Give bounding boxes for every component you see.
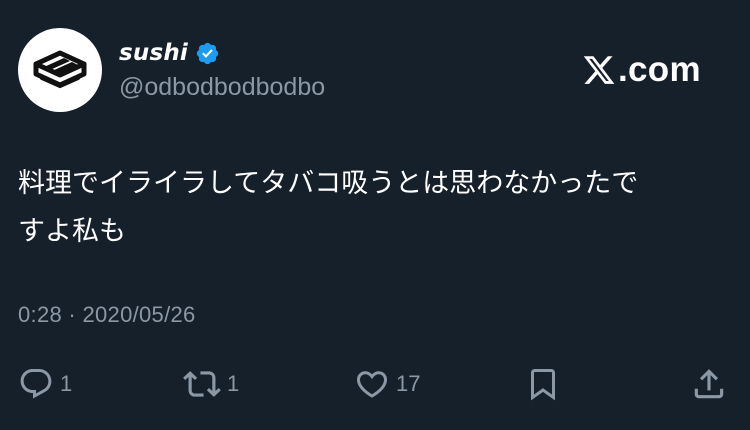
x-logo-icon	[583, 56, 615, 84]
retweet-icon	[183, 371, 221, 397]
heart-icon	[356, 371, 388, 398]
like-count: 17	[396, 371, 421, 396]
tweet-text: 料理でイライラしてタバコ吸うとは思わなかったで すよ私も	[18, 160, 718, 256]
author-name-row: sushi	[119, 38, 220, 68]
tweet-action-bar: 1 1 17	[0, 360, 750, 410]
reply-count: 1	[60, 371, 73, 396]
tweet-text-line: すよ私も	[18, 216, 126, 247]
reply-icon	[20, 369, 52, 399]
bookmark-icon	[531, 369, 555, 401]
x-com-brand: .com	[582, 48, 701, 92]
reply-button[interactable]: 1	[18, 360, 72, 408]
tweet-timestamp[interactable]: 0:28 · 2020/05/26	[18, 302, 196, 328]
bookmark-button[interactable]	[525, 360, 561, 408]
tweet-card: sushi @odbodbodbodbo .com 料理でイライラしてタバコ吸う…	[0, 0, 750, 430]
share-button[interactable]	[690, 360, 728, 408]
like-button[interactable]: 17	[354, 360, 420, 408]
author-display-name[interactable]: sushi	[119, 40, 188, 66]
tweet-text-line: 料理でイライラしてタバコ吸うとは思わなかったで	[18, 168, 639, 199]
brand-domain-text: .com	[618, 50, 701, 89]
retweet-button[interactable]: 1	[183, 360, 239, 408]
share-icon	[694, 369, 724, 399]
avatar[interactable]	[18, 28, 102, 112]
sushi-box-logo-icon	[33, 50, 87, 89]
author-handle[interactable]: @odbodbodbodbo	[119, 73, 325, 102]
verified-badge-icon	[196, 42, 219, 64]
retweet-count: 1	[227, 371, 240, 396]
